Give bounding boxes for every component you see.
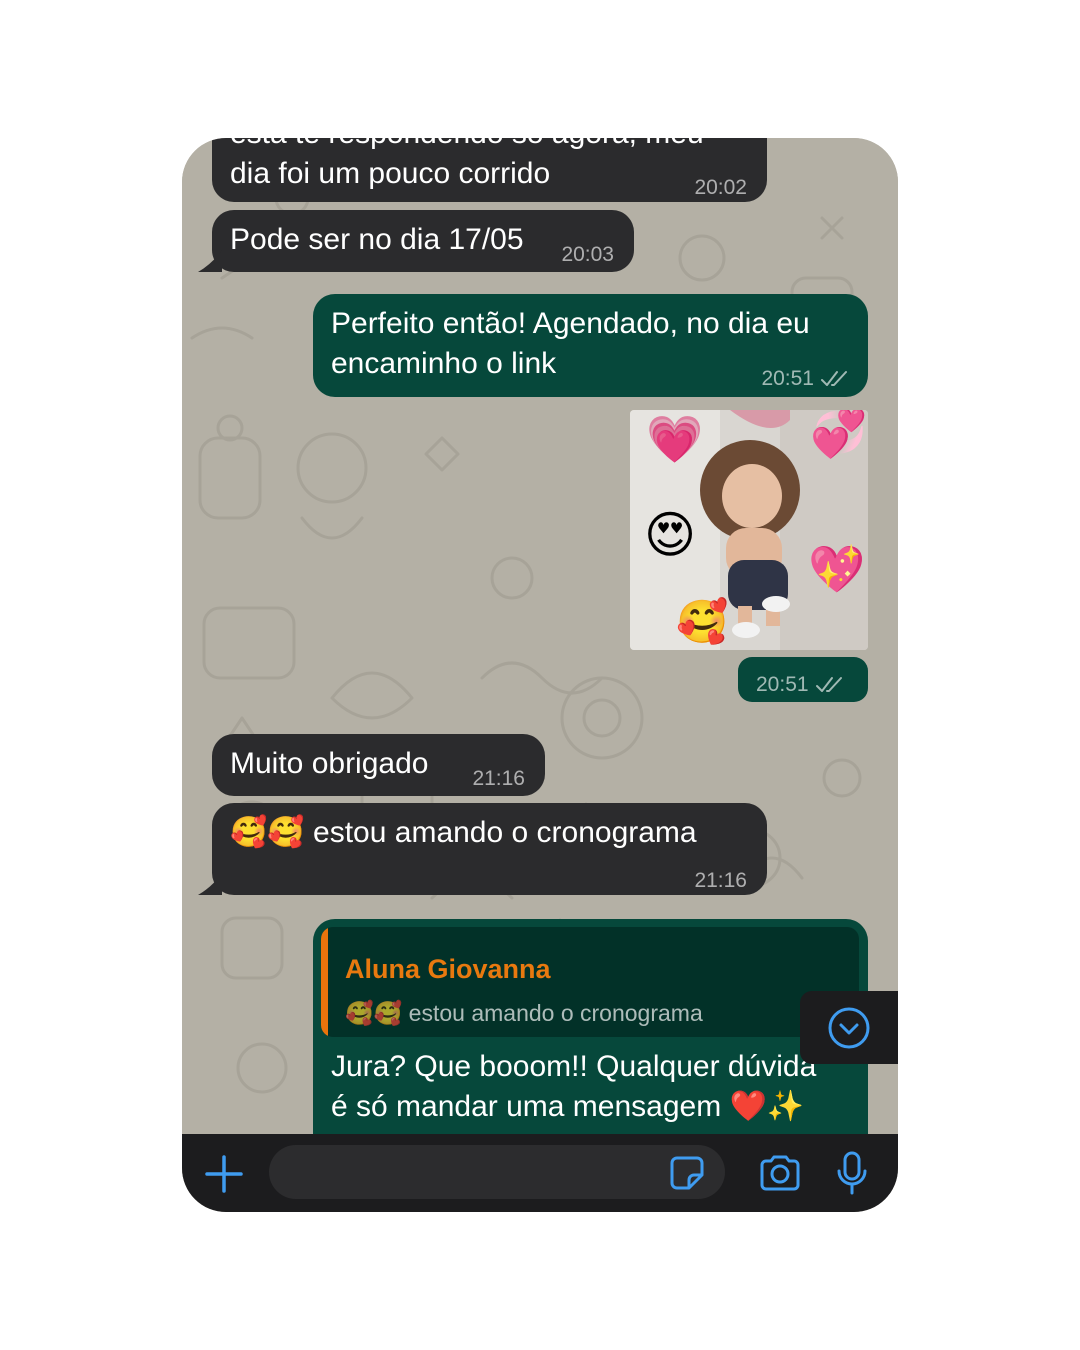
message-time: 21:16 [472,767,525,790]
photo-time-badge: 20:51 [738,657,868,702]
camera-icon[interactable] [758,1155,802,1191]
double-check-icon [821,371,847,386]
message-outgoing[interactable]: Perfeito então! Agendado, no dia eu enca… [313,294,868,397]
message-text: encaminho o link [331,347,557,380]
chevron-down-circle-icon [828,1007,870,1049]
bubble-tail [198,250,222,272]
message-text: está te respondendo só agora, meu [230,138,704,154]
chat-screen: está te respondendo só agora, meu dia fo… [182,138,898,1212]
scroll-to-bottom-button[interactable] [800,991,898,1064]
message-text: Jura? Que booom!! Qualquer dúvida [331,1050,817,1083]
message-text: é só mandar uma mensagem ❤️✨ [331,1090,805,1123]
photo-message[interactable]: 💗 💞 😍 💖 🥰 [630,410,868,650]
hearts-sticker: 💞 [810,410,868,459]
message-text: dia foi um pouco corrido [230,157,551,190]
reply-accent-bar [321,927,328,1037]
smiling-hearts-sticker: 🥰 [676,598,729,645]
plus-icon[interactable] [204,1154,244,1194]
message-text: Perfeito então! Agendado, no dia eu [331,307,810,340]
reply-text: 🥰🥰 estou amando o cronograma [345,1000,703,1026]
message-text: Pode ser no dia 17/05 [230,223,524,256]
message-incoming[interactable]: Muito obrigado 21:16 [212,734,545,796]
message-incoming[interactable]: está te respondendo só agora, meu dia fo… [212,138,767,202]
message-time: 20:51 [756,673,809,696]
message-time: 20:51 [761,367,814,390]
message-incoming[interactable]: Pode ser no dia 17/05 20:03 [198,210,634,272]
message-time-row: 20:51 [761,359,850,399]
compose-bar [182,1134,898,1212]
bubble-tail [198,873,222,895]
reply-author: Aluna Giovanna [345,954,551,984]
message-text: 🥰🥰 estou amando o cronograma [230,816,697,849]
heart-eyes-sticker: 😍 [644,507,697,563]
heart-sticker: 💗 [646,413,704,465]
double-check-icon [815,677,842,692]
message-incoming[interactable]: 🥰🥰 estou amando o cronograma 21:16 [198,803,767,895]
message-time-row: 20:51 [756,665,845,705]
message-outgoing-reply[interactable]: Aluna Giovanna 🥰🥰 estou amando o cronogr… [313,919,868,1134]
reply-quote[interactable]: Aluna Giovanna 🥰🥰 estou amando o cronogr… [321,927,859,1037]
message-input[interactable] [269,1145,725,1199]
message-time: 20:02 [694,176,747,199]
message-list[interactable]: está te respondendo só agora, meu dia fo… [182,138,898,1134]
sticker-icon[interactable] [669,1155,705,1191]
message-time: 21:16 [694,869,747,892]
sparkling-heart-sticker: 💖 [808,543,866,595]
message-time: 20:03 [561,243,614,266]
message-text: Muito obrigado [230,747,429,780]
microphone-icon[interactable] [834,1151,870,1195]
